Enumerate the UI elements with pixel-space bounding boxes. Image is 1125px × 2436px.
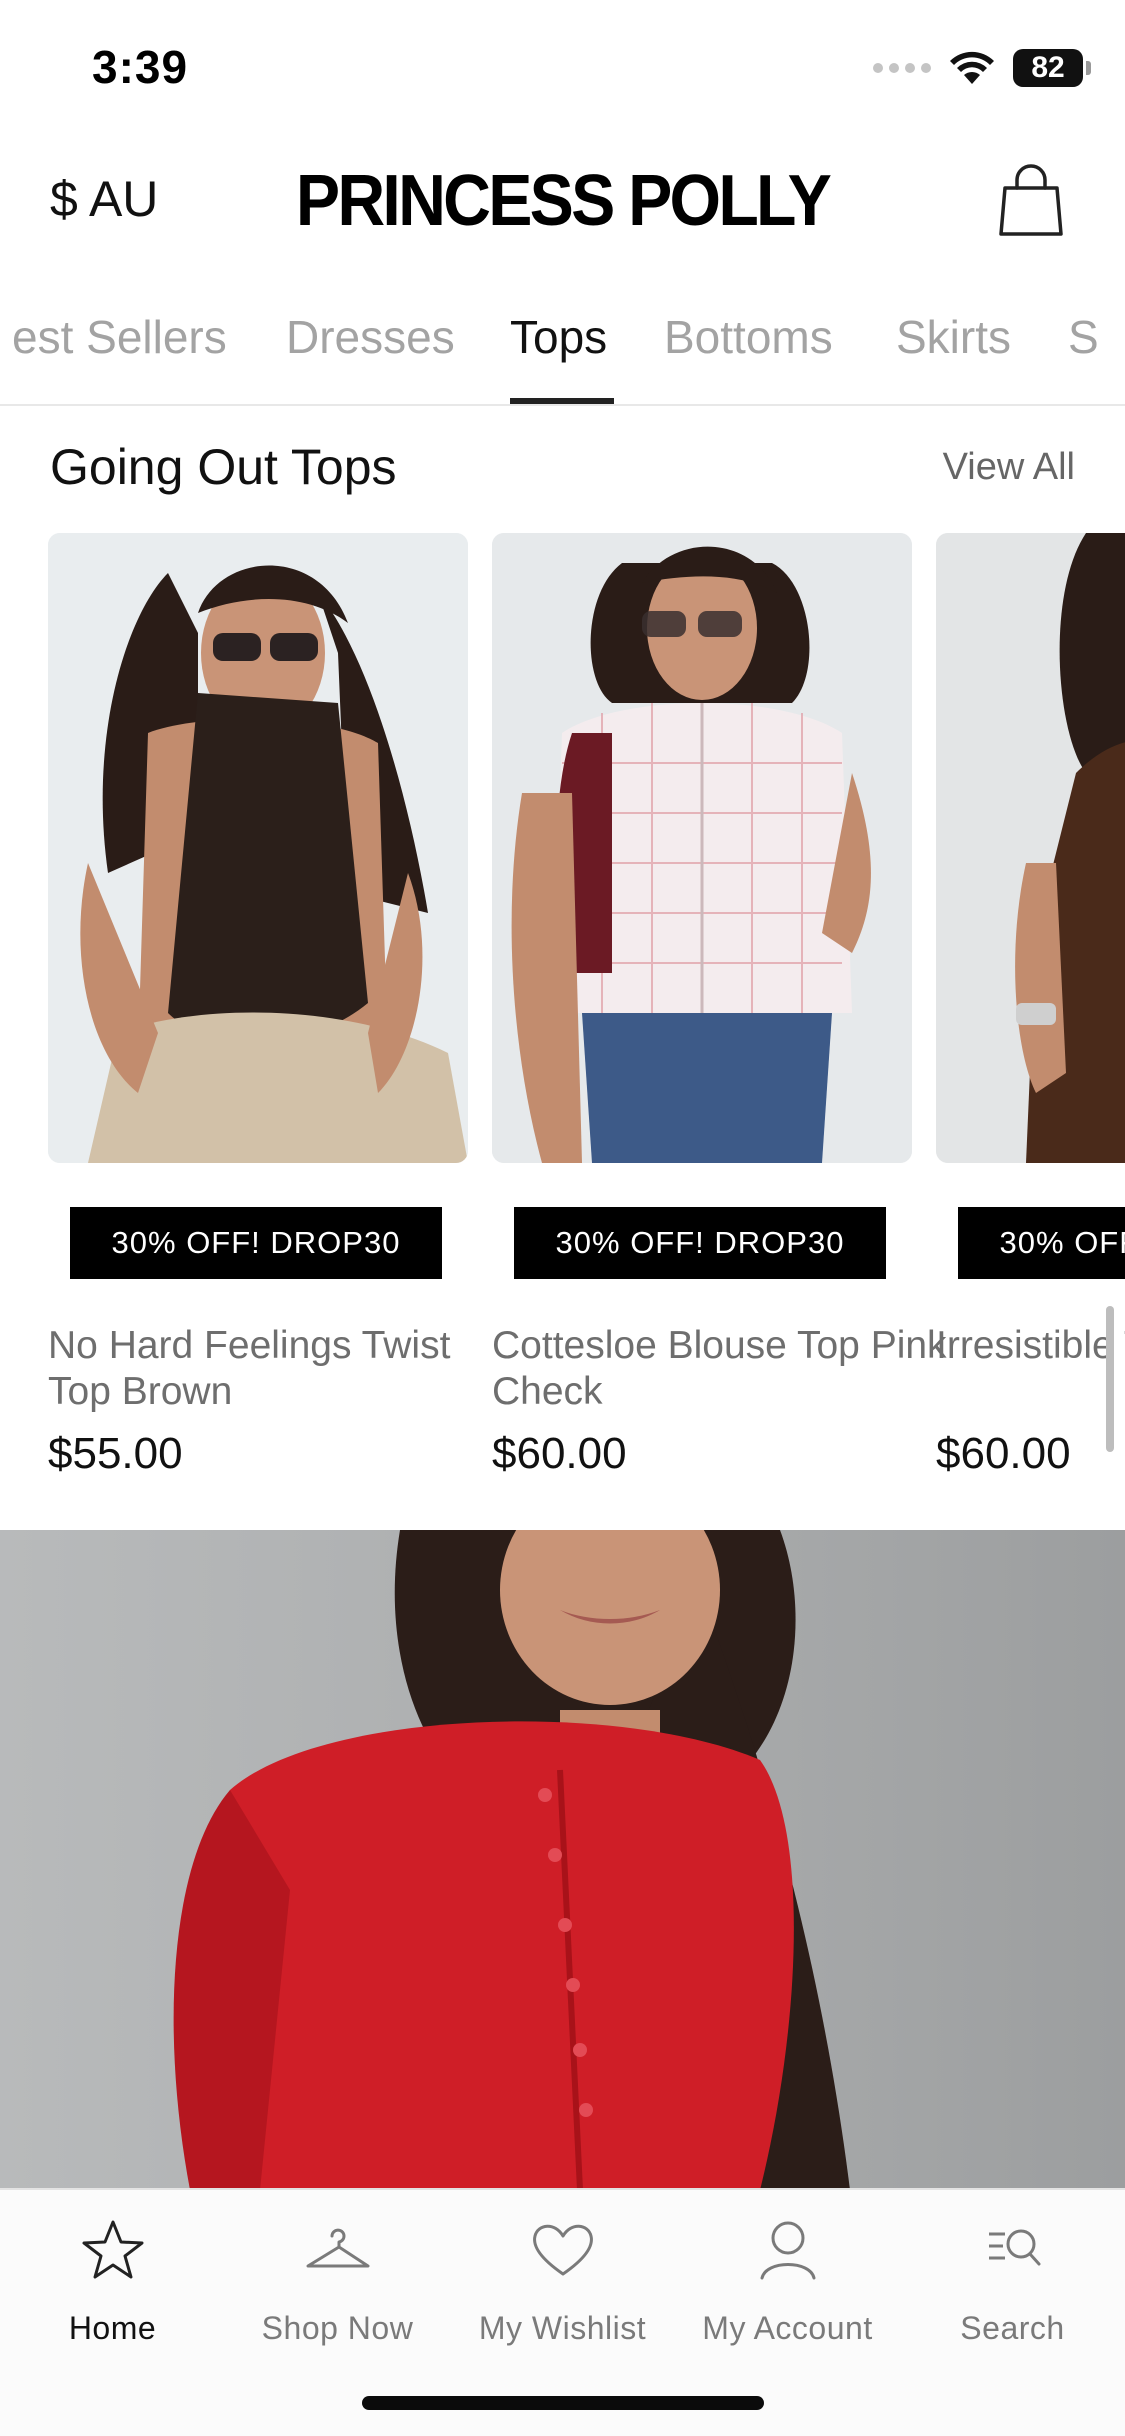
promo-badge: 30% OFF! DROP30 bbox=[514, 1207, 886, 1279]
search-icon bbox=[988, 2229, 1040, 2266]
tab-dresses[interactable]: Dresses bbox=[286, 310, 455, 364]
wifi-icon bbox=[950, 51, 994, 84]
shopping-bag-icon[interactable] bbox=[997, 162, 1065, 238]
hero-banner[interactable] bbox=[0, 1530, 1125, 2190]
product-card[interactable]: 30% OFF! DROP30 No Hard Feelings Twist T… bbox=[48, 533, 468, 1478]
product-price: $60.00 bbox=[936, 1429, 1071, 1478]
star-icon bbox=[82, 2220, 143, 2279]
tab-skirts[interactable]: Skirts bbox=[896, 310, 1011, 364]
status-icons: 82 bbox=[873, 46, 1091, 90]
nav-wishlist-label: My Wishlist bbox=[478, 2310, 647, 2346]
nav-wishlist[interactable]: My Wishlist bbox=[450, 2214, 675, 2347]
product-image[interactable] bbox=[936, 533, 1125, 1163]
product-name[interactable]: Irresistible Top Chocolate bbox=[936, 1323, 1125, 1369]
nav-home-label: Home bbox=[68, 2310, 157, 2346]
nav-shop-now-label: Shop Now bbox=[261, 2310, 414, 2346]
tab-bottoms[interactable]: Bottoms bbox=[664, 310, 833, 364]
user-icon bbox=[760, 2221, 815, 2280]
cellular-signal-icon bbox=[873, 63, 931, 73]
battery-icon: 82 bbox=[1013, 49, 1091, 87]
product-image[interactable] bbox=[492, 533, 912, 1163]
tab-tops[interactable]: Tops bbox=[510, 310, 607, 364]
promo-badge: 30% OFF! DROP30 bbox=[70, 1207, 442, 1279]
nav-search[interactable]: Search bbox=[900, 2214, 1125, 2347]
status-time: 3:39 bbox=[92, 41, 189, 93]
hanger-icon bbox=[306, 2228, 369, 2268]
view-all-link[interactable]: View All bbox=[943, 446, 1075, 489]
brand-logo[interactable]: PRINCESS POLLY bbox=[45, 160, 1080, 242]
product-name[interactable]: Cottesloe Blouse Top Pink Check bbox=[492, 1323, 962, 1415]
status-bar: 3:39 82 bbox=[0, 0, 1125, 140]
nav-my-account[interactable]: My Account bbox=[675, 2214, 900, 2347]
nav-home[interactable]: Home bbox=[0, 2214, 225, 2347]
promo-badge: 30% OFF! DROP30 bbox=[958, 1207, 1125, 1279]
product-image[interactable] bbox=[48, 533, 468, 1163]
product-price: $55.00 bbox=[48, 1429, 183, 1478]
active-tab-indicator bbox=[510, 398, 614, 404]
product-price: $60.00 bbox=[492, 1429, 627, 1478]
section-title: Going Out Tops bbox=[50, 439, 397, 495]
nav-my-account-label: My Account bbox=[702, 2310, 873, 2346]
tab-best-sellers[interactable]: est Sellers bbox=[12, 310, 227, 364]
category-tabs: est Sellers Dresses Tops Bottoms Skirts … bbox=[0, 290, 1125, 406]
tab-next-partial[interactable]: S bbox=[1068, 310, 1099, 364]
battery-level: 82 bbox=[1031, 51, 1065, 84]
nav-shop-now[interactable]: Shop Now bbox=[225, 2214, 450, 2347]
product-carousel[interactable]: 30% OFF! DROP30 No Hard Feelings Twist T… bbox=[0, 533, 1125, 1503]
product-card[interactable]: 30% OFF! DROP30 Irresistible Top Chocola… bbox=[936, 533, 1125, 1478]
heart-icon bbox=[532, 2224, 593, 2276]
nav-search-label: Search bbox=[960, 2310, 1065, 2346]
product-card[interactable]: 30% OFF! DROP30 Cottesloe Blouse Top Pin… bbox=[492, 533, 947, 1478]
product-name[interactable]: No Hard Feelings Twist Top Brown bbox=[48, 1323, 518, 1415]
home-indicator[interactable] bbox=[362, 2396, 764, 2410]
horizontal-scroll-indicator bbox=[1106, 1306, 1114, 1452]
